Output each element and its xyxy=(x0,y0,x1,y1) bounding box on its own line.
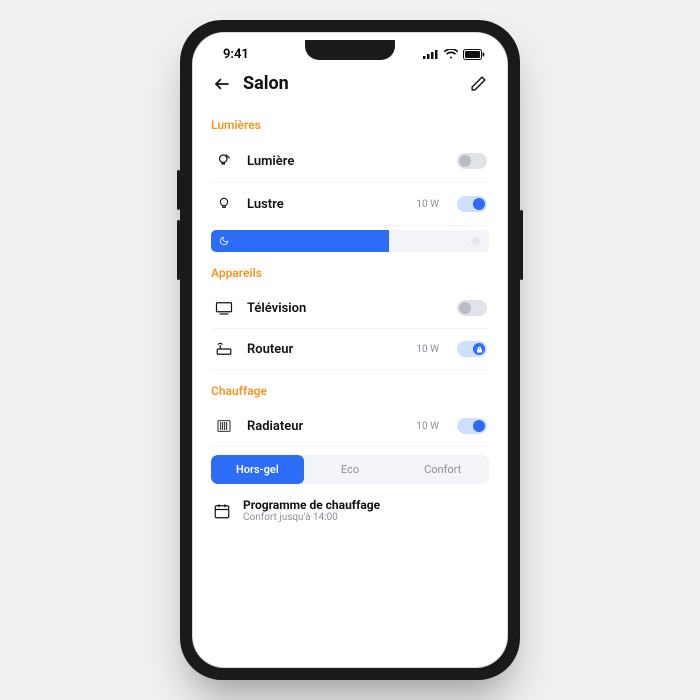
tv-icon xyxy=(213,301,235,315)
battery-icon xyxy=(463,49,485,60)
device-row-radiateur[interactable]: Radiateur 10 W xyxy=(211,406,489,447)
phone-side-button xyxy=(520,210,523,280)
bulb-off-icon xyxy=(213,152,235,170)
slider-fill xyxy=(211,230,389,252)
toggle-routeur-locked[interactable] xyxy=(457,341,487,357)
wifi-icon xyxy=(444,49,458,59)
brightness-slider[interactable] xyxy=(211,230,489,252)
sun-icon xyxy=(470,236,481,247)
page-title: Salon xyxy=(243,73,458,94)
device-power: 10 W xyxy=(416,344,439,355)
device-label: Télévision xyxy=(247,301,445,316)
toggle-radiateur[interactable] xyxy=(457,418,487,434)
status-time: 9:41 xyxy=(223,47,249,62)
device-row-television[interactable]: Télévision xyxy=(211,288,489,329)
mode-eco[interactable]: Eco xyxy=(304,455,397,484)
back-icon[interactable] xyxy=(213,75,231,93)
signal-icon xyxy=(423,49,439,59)
program-subtitle: Confort jusqu'à 14:00 xyxy=(243,512,380,523)
status-indicators xyxy=(423,49,485,60)
heating-program-row[interactable]: Programme de chauffage Confort jusqu'à 1… xyxy=(211,490,489,523)
section-title-heating: Chauffage xyxy=(211,384,489,398)
device-power: 10 W xyxy=(416,421,439,432)
bulb-icon xyxy=(213,195,235,213)
device-label: Lustre xyxy=(247,197,404,212)
status-bar: 9:41 xyxy=(193,33,507,69)
device-label: Radiateur xyxy=(247,419,404,434)
mode-confort[interactable]: Confort xyxy=(396,455,489,484)
phone-frame: 9:41 Salon Lumières Lumière xyxy=(180,20,520,680)
toggle-television[interactable] xyxy=(457,300,487,316)
header: Salon xyxy=(193,69,507,104)
radiator-icon xyxy=(213,418,235,434)
mode-hors-gel[interactable]: Hors-gel xyxy=(211,455,304,484)
device-power: 10 W xyxy=(416,199,439,210)
section-title-lights: Lumières xyxy=(211,118,489,132)
moon-icon xyxy=(219,236,229,246)
device-label: Lumière xyxy=(247,154,445,169)
device-label: Routeur xyxy=(247,342,404,357)
toggle-lumiere[interactable] xyxy=(457,153,487,169)
program-title: Programme de chauffage xyxy=(243,498,380,512)
phone-side-button xyxy=(177,220,180,280)
device-row-routeur[interactable]: Routeur 10 W xyxy=(211,329,489,370)
program-text: Programme de chauffage Confort jusqu'à 1… xyxy=(243,498,380,523)
toggle-lustre[interactable] xyxy=(457,196,487,212)
device-row-lustre[interactable]: Lustre 10 W xyxy=(211,183,489,226)
content: Lumières Lumière Lustre 10 W xyxy=(193,104,507,667)
router-icon xyxy=(213,341,235,357)
section-title-devices: Appareils xyxy=(211,266,489,280)
device-row-lumiere[interactable]: Lumière xyxy=(211,140,489,183)
heating-mode-segmented[interactable]: Hors-gel Eco Confort xyxy=(211,455,489,484)
edit-icon[interactable] xyxy=(470,75,487,92)
lock-icon xyxy=(473,343,485,355)
phone-side-button xyxy=(177,170,180,210)
calendar-icon xyxy=(213,502,231,520)
screen: 9:41 Salon Lumières Lumière xyxy=(192,32,508,668)
